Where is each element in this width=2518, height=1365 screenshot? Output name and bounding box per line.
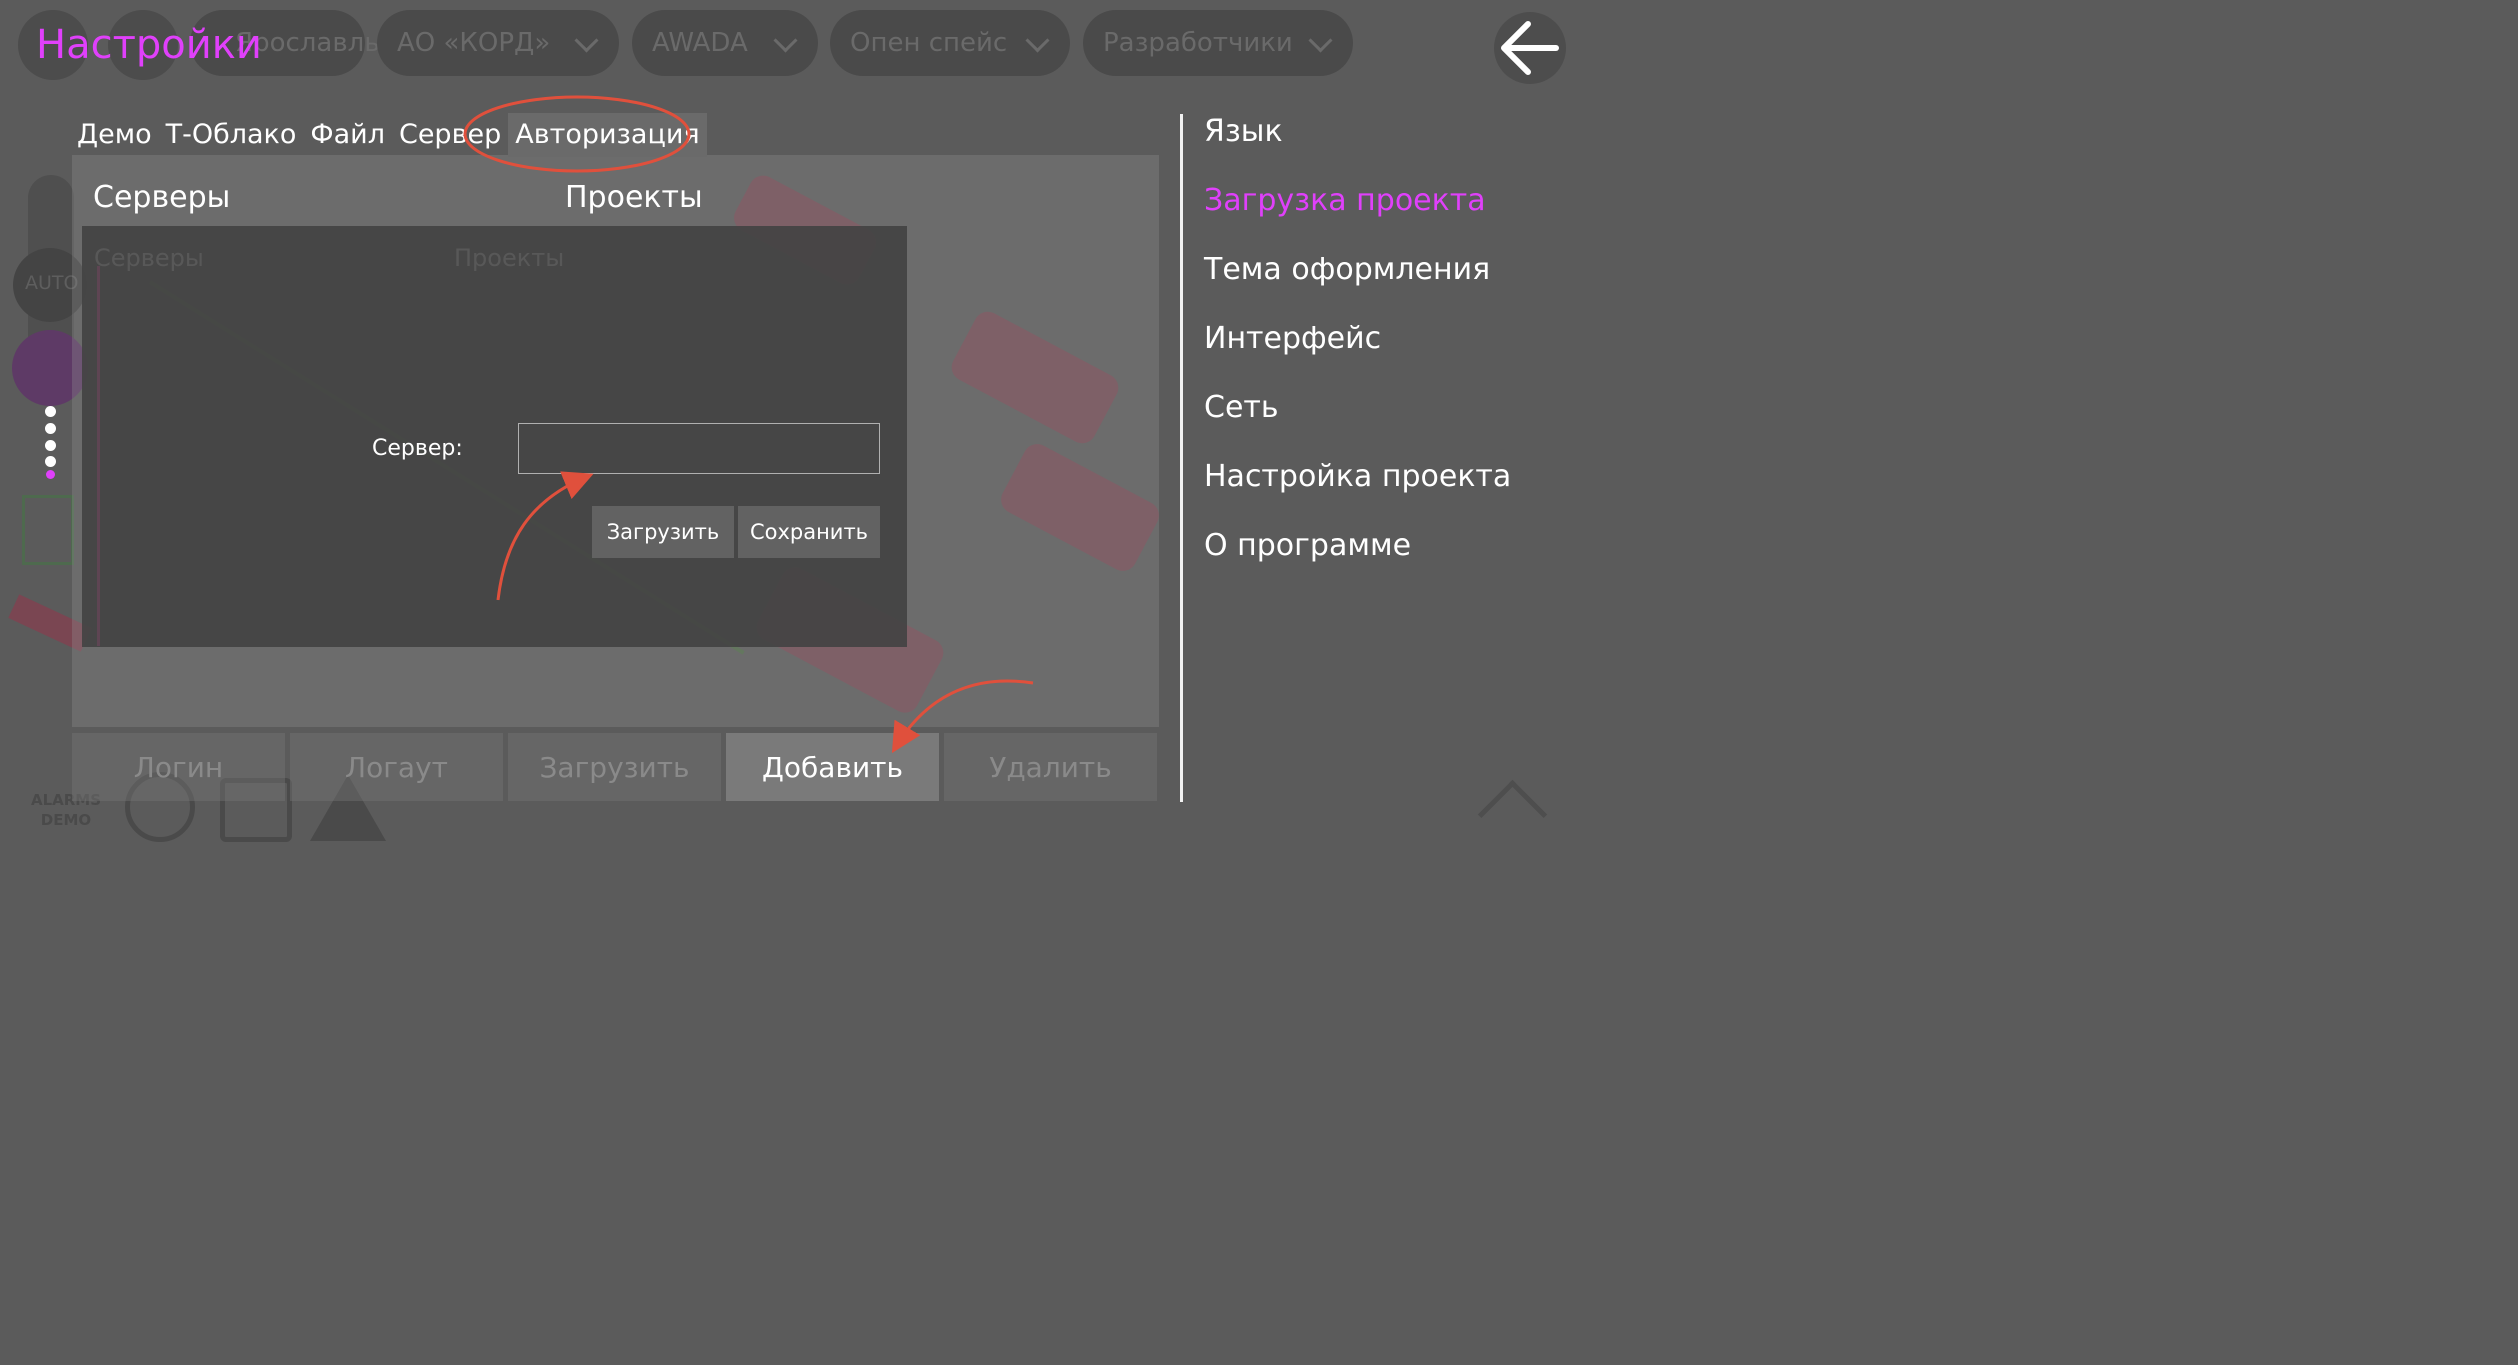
dialog-ghost-divider: [97, 266, 100, 646]
add-button[interactable]: Добавить: [726, 733, 939, 801]
server-dialog: Серверы Проекты Сервер: Загрузить Сохран…: [82, 226, 907, 647]
menu-item-theme[interactable]: Тема оформления: [1204, 252, 1490, 287]
sidebar-dot[interactable]: [45, 423, 56, 434]
tab-server[interactable]: Сервер: [392, 113, 508, 157]
bg-card-icon: [22, 495, 74, 565]
dialog-ghost-servers: Серверы: [94, 244, 204, 272]
page-title: Настройки: [36, 22, 262, 68]
menu-item-about[interactable]: О программе: [1204, 528, 1411, 563]
load-button[interactable]: Загрузить: [592, 506, 734, 558]
logout-button[interactable]: Логаут: [290, 733, 503, 801]
sidebar-dot[interactable]: [45, 406, 56, 417]
dialog-ghost-projects: Проекты: [454, 244, 565, 272]
login-button[interactable]: Логин: [72, 733, 285, 801]
save-button[interactable]: Сохранить: [738, 506, 880, 558]
server-input[interactable]: [518, 423, 880, 474]
menu-divider: [1180, 114, 1183, 802]
tab-demo[interactable]: Демо: [70, 113, 159, 157]
menu-item-project-loading[interactable]: Загрузка проекта: [1204, 183, 1486, 218]
bg-chevron-up-icon: [1477, 779, 1548, 850]
menu-item-network[interactable]: Сеть: [1204, 390, 1279, 425]
servers-column-title: Серверы: [93, 180, 231, 215]
arrow-left-icon: [1501, 21, 1559, 75]
menu-item-project-settings[interactable]: Настройка проекта: [1204, 459, 1511, 494]
server-label: Сервер:: [372, 436, 463, 461]
bg-pill-company: АО «КОРД»: [377, 10, 619, 76]
menu-item-interface[interactable]: Интерфейс: [1204, 321, 1381, 356]
tab-file[interactable]: Файл: [303, 113, 392, 157]
tab-authorization[interactable]: Авторизация: [508, 113, 707, 157]
sidebar-dot-active[interactable]: [46, 470, 55, 479]
bg-pill-group: Разработчики: [1083, 10, 1353, 76]
sidebar-dot[interactable]: [45, 440, 56, 451]
delete-button[interactable]: Удалить: [944, 733, 1157, 801]
tab-t-cloud[interactable]: Т-Облако: [159, 113, 304, 157]
projects-column-title: Проекты: [565, 180, 703, 215]
menu-item-language[interactable]: Язык: [1204, 114, 1283, 149]
settings-tabs: Демо Т-Облако Файл Сервер Авторизация: [70, 113, 707, 157]
bg-pill-room: Опен спейс: [830, 10, 1070, 76]
back-button[interactable]: [1494, 12, 1566, 84]
bg-pill-object: AWADA: [632, 10, 818, 76]
download-button[interactable]: Загрузить: [508, 733, 721, 801]
sidebar-dot[interactable]: [45, 456, 56, 467]
